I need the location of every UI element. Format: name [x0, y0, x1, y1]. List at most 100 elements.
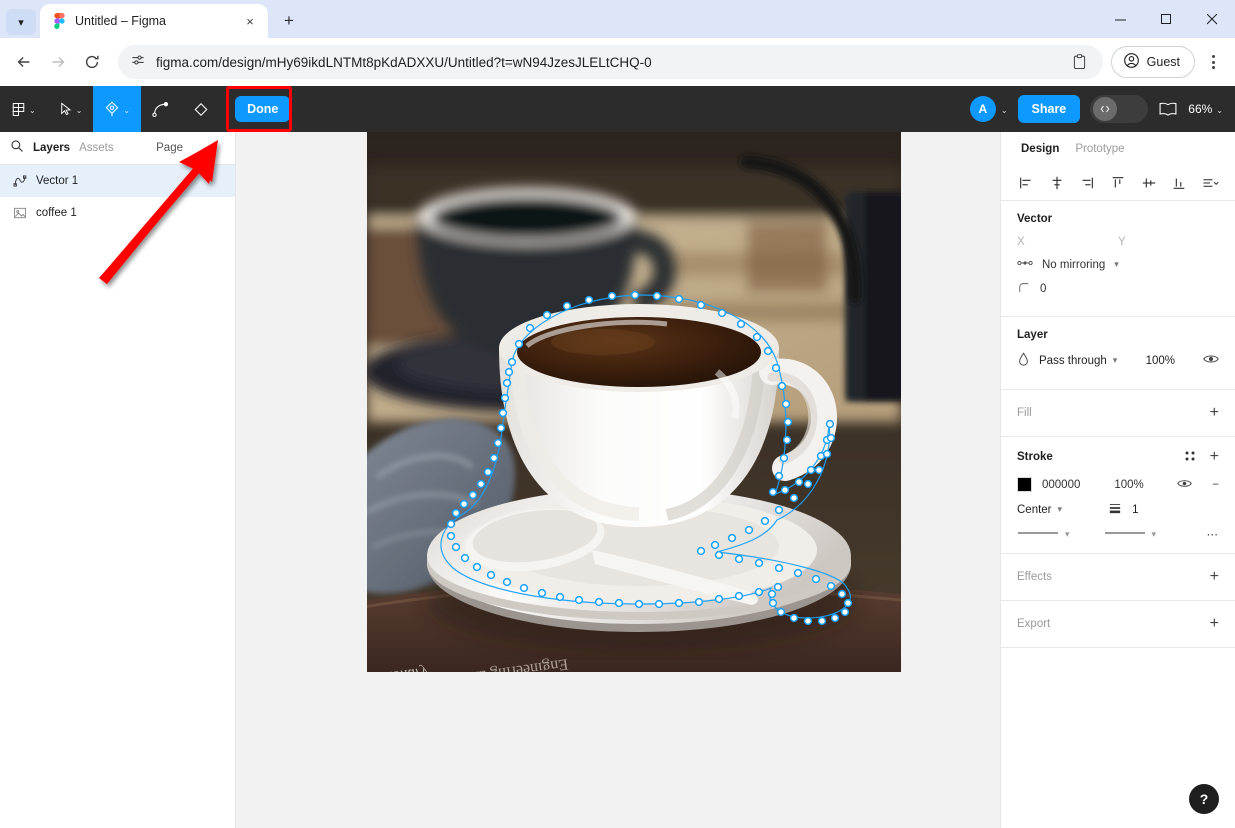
stroke-weight-value[interactable]: 1: [1132, 504, 1138, 516]
chevron-down-icon[interactable]: ⌄: [123, 106, 130, 115]
align-vertical-center-icon[interactable]: [1140, 174, 1158, 192]
tab-prototype[interactable]: Prototype: [1075, 143, 1124, 155]
done-button[interactable]: Done: [235, 96, 290, 122]
layer-visibility-eye-icon[interactable]: [1203, 353, 1219, 368]
align-horizontal-center-icon[interactable]: [1048, 174, 1066, 192]
tab-assets[interactable]: Assets: [79, 142, 114, 154]
vector-position-row: X Y: [1017, 236, 1219, 248]
share-button[interactable]: Share: [1018, 95, 1081, 123]
layer-name: coffee 1: [36, 207, 77, 219]
window-maximize-button[interactable]: [1143, 0, 1189, 38]
search-icon[interactable]: [10, 139, 24, 158]
new-tab-button[interactable]: +: [274, 7, 304, 35]
book-icon[interactable]: [1158, 101, 1178, 117]
page-label[interactable]: Page: [156, 142, 225, 154]
clipboard-icon[interactable]: [1063, 47, 1097, 77]
dev-mode-toggle[interactable]: [1090, 95, 1148, 123]
stroke-section: Stroke + 000000 100%: [1001, 437, 1235, 554]
tab-design[interactable]: Design: [1021, 143, 1059, 155]
window-controls: [1097, 0, 1235, 38]
layer-row-vector-1[interactable]: Vector 1: [0, 165, 235, 197]
align-top-icon[interactable]: [1109, 174, 1127, 192]
stroke-cap-style[interactable]: [1017, 528, 1059, 540]
profile-button[interactable]: Guest: [1111, 46, 1195, 78]
help-button[interactable]: ?: [1189, 784, 1219, 814]
chevron-down-icon[interactable]: ▾: [1113, 355, 1118, 366]
layer-section: Layer Pass through ▾ 100%: [1001, 317, 1235, 390]
paint-bucket-button[interactable]: [181, 86, 221, 132]
pen-tool-button[interactable]: ⌄: [93, 86, 141, 132]
layer-row-coffee-1[interactable]: coffee 1: [0, 197, 235, 229]
address-bar[interactable]: figma.com/design/mHy69ikdLNTMt8pKdADXXU/…: [118, 45, 1103, 79]
layers-panel: Layers Assets Page Vector 1 coffee 1: [0, 132, 236, 828]
blend-mode-value[interactable]: Pass through: [1039, 355, 1107, 367]
artboard[interactable]: Dictionary Engineering and: [367, 132, 901, 672]
bend-tool-button[interactable]: [141, 86, 181, 132]
align-left-icon[interactable]: [1017, 174, 1035, 192]
chevron-down-icon[interactable]: ⌄: [76, 106, 83, 115]
toolbar-right-group: A ⌄ Share 66% ⌄: [970, 95, 1235, 123]
close-tab-icon[interactable]: ×: [240, 11, 260, 31]
chevron-down-icon[interactable]: ⌄: [1001, 106, 1008, 115]
add-effect-button[interactable]: +: [1210, 569, 1219, 585]
coffee-cup-photo[interactable]: Dictionary Engineering and: [367, 132, 901, 672]
stroke-align-value[interactable]: Center: [1017, 504, 1052, 516]
stroke-color-hex[interactable]: 000000: [1042, 479, 1080, 491]
zoom-control[interactable]: 66% ⌄: [1188, 102, 1223, 116]
window-close-button[interactable]: [1189, 0, 1235, 38]
align-right-icon[interactable]: [1078, 174, 1096, 192]
forward-icon[interactable]: [42, 46, 74, 78]
collaborators-group[interactable]: A ⌄: [970, 96, 1008, 122]
blend-mode-icon: [1017, 352, 1030, 369]
add-fill-button[interactable]: +: [1210, 405, 1219, 421]
chevron-down-icon[interactable]: ▾: [1058, 504, 1063, 515]
design-canvas[interactable]: Dictionary Engineering and: [236, 132, 1000, 828]
chevron-down-icon[interactable]: ▾: [1065, 529, 1070, 540]
stroke-style-grid-icon[interactable]: [1184, 450, 1196, 465]
stroke-header-actions: +: [1184, 449, 1219, 465]
code-icon: [1093, 97, 1117, 121]
main-area: Layers Assets Page Vector 1 coffee 1: [0, 132, 1235, 828]
stroke-section-title: Stroke: [1017, 451, 1053, 463]
effects-section-title: Effects: [1017, 571, 1052, 583]
browser-menu-icon[interactable]: [1199, 46, 1227, 78]
stroke-color-swatch[interactable]: [1017, 477, 1032, 492]
browser-tab[interactable]: Untitled – Figma ×: [40, 4, 268, 38]
effects-section: Effects +: [1001, 554, 1235, 601]
stroke-visibility-eye-icon[interactable]: [1177, 478, 1192, 492]
align-bottom-icon[interactable]: [1170, 174, 1188, 192]
add-export-button[interactable]: +: [1210, 616, 1219, 632]
corner-radius-row[interactable]: 0: [1017, 281, 1219, 296]
reload-icon[interactable]: [76, 46, 108, 78]
mirror-icon: [1017, 258, 1033, 271]
figma-main-menu-button[interactable]: ⌄: [0, 86, 47, 132]
tab-layers[interactable]: Layers: [33, 142, 70, 154]
remove-stroke-button[interactable]: −: [1212, 479, 1219, 491]
layers-panel-header: Layers Assets Page: [0, 132, 235, 165]
move-tool-button[interactable]: ⌄: [47, 86, 94, 132]
y-field[interactable]: Y: [1118, 236, 1219, 248]
stroke-opacity-value[interactable]: 100%: [1114, 479, 1143, 491]
mirroring-value: No mirroring: [1042, 259, 1105, 271]
tab-search-chevron-icon[interactable]: ▾: [6, 9, 36, 35]
avatar[interactable]: A: [970, 96, 996, 122]
layer-opacity-value[interactable]: 100%: [1146, 355, 1175, 367]
fill-section-title: Fill: [1017, 407, 1032, 419]
stroke-more-options-icon[interactable]: ⋯: [1207, 527, 1220, 541]
chevron-down-icon[interactable]: ▾: [1152, 529, 1157, 540]
export-section-title: Export: [1017, 618, 1050, 630]
distribute-menu-icon[interactable]: [1201, 174, 1219, 192]
add-stroke-button[interactable]: +: [1210, 449, 1219, 465]
vector-path-icon: [12, 174, 27, 189]
stroke-style-row: ▾ ▾ ⋯: [1017, 527, 1219, 541]
mirroring-row[interactable]: No mirroring ▾: [1017, 258, 1219, 271]
stroke-align-row: Center ▾ 1: [1017, 502, 1219, 517]
chevron-down-icon[interactable]: ⌄: [29, 106, 36, 115]
window-minimize-button[interactable]: [1097, 0, 1143, 38]
browser-tab-strip: ▾ Untitled – Figma × +: [0, 0, 1235, 38]
back-icon[interactable]: [8, 46, 40, 78]
chevron-down-icon[interactable]: ▾: [1114, 259, 1119, 270]
x-field[interactable]: X: [1017, 236, 1118, 248]
stroke-join-style[interactable]: [1104, 528, 1146, 540]
site-permissions-icon[interactable]: [130, 52, 146, 73]
